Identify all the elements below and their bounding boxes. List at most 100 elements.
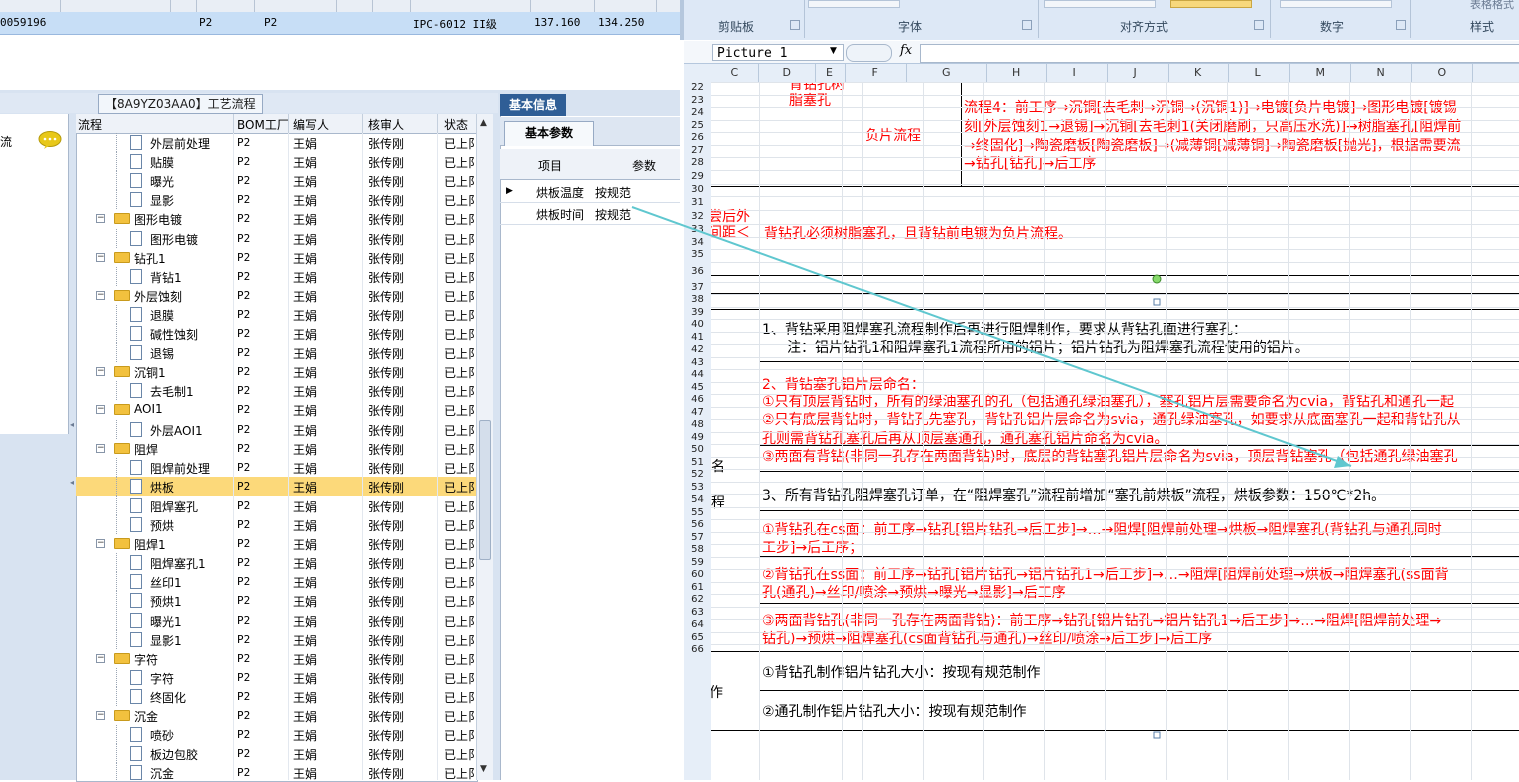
tree-row[interactable]: 曝光 P2 王娟 张传刚 已上阝	[76, 171, 476, 191]
row-number[interactable]: 47	[684, 407, 711, 420]
row-number[interactable]: 41	[684, 332, 711, 345]
row-number[interactable]: 49	[684, 432, 711, 445]
column-header-cell[interactable]: I	[1073, 66, 1076, 79]
col-flow[interactable]: 流程	[78, 116, 102, 133]
row-number[interactable]: 48	[684, 419, 711, 432]
row-number[interactable]: 65	[684, 632, 711, 645]
tree-row[interactable]: 阻焊塞孔1 P2 王娟 张传刚 已上阝	[76, 553, 476, 573]
panel-splitter[interactable]: ◂ ◂	[69, 114, 76, 780]
tree-row[interactable]: 去毛制1 P2 王娟 张传刚 已上阝	[76, 381, 476, 401]
column-header-cell[interactable]: G	[942, 66, 951, 79]
scroll-thumb[interactable]	[479, 420, 491, 560]
tree-row[interactable]: 板边包胶 P2 王娟 张传刚 已上阝	[76, 744, 476, 764]
row-number[interactable]: 26	[684, 132, 711, 145]
row-number[interactable]: 36	[684, 262, 711, 282]
chat-bubble-icon[interactable]	[38, 131, 62, 149]
tree-row[interactable]: − 沉金 P2 王娟 张传刚 已上阝	[76, 706, 476, 725]
row-number[interactable]: 46	[684, 394, 711, 407]
row-number[interactable]: 60	[684, 569, 711, 582]
row-number[interactable]: 54	[684, 494, 711, 507]
tree-row[interactable]: 碱性蚀刻 P2 王娟 张传刚 已上阝	[76, 324, 476, 343]
collapse-icon[interactable]: −	[96, 711, 105, 720]
row-number[interactable]: 50	[684, 444, 711, 457]
ribbon-group-clipboard[interactable]: 剪贴板	[718, 18, 754, 35]
basic-info-tab[interactable]: 基本信息	[500, 94, 566, 116]
tree-row[interactable]: − 钻孔1 P2 王娟 张传刚 已上阝	[76, 248, 476, 267]
tree-row[interactable]: 贴膜 P2 王娟 张传刚 已上阝	[76, 152, 476, 172]
column-header-cell[interactable]: C	[731, 66, 739, 79]
tree-row[interactable]: 终固化 P2 王娟 张传刚 已上阝	[76, 686, 476, 706]
collapse-icon[interactable]: −	[96, 539, 105, 549]
row-number[interactable]: 37	[684, 282, 711, 295]
number-launcher-icon[interactable]	[1396, 20, 1406, 30]
row-number[interactable]: 63	[684, 607, 711, 620]
tree-row[interactable]: − 字符 P2 王娟 张传刚 已上阝	[76, 649, 476, 668]
row-number[interactable]: 22	[684, 82, 711, 95]
row-number[interactable]: 55	[684, 507, 711, 520]
collapse-icon[interactable]: −	[96, 290, 105, 300]
tree-row[interactable]: 外层前处理 P2 王娟 张传刚 已上阝	[76, 133, 476, 152]
col-status[interactable]: 状态	[444, 116, 468, 133]
name-box-dropdown-icon[interactable]: ▼	[830, 46, 837, 56]
col-reviewer[interactable]: 核审人	[368, 116, 404, 133]
tree-row[interactable]: 曝光1 P2 王娟 张传刚 已上阝	[76, 610, 476, 630]
tree-row[interactable]: 显影1 P2 王娟 张传刚 已上阝	[76, 629, 476, 649]
worksheet[interactable]: 背钻孔树 脂塞孔 负片流程 流程4：前工序→沉铜[去毛刺→沉铜→(沉铜1)]→电…	[711, 82, 1519, 780]
tree-row[interactable]: 预烘 P2 王娟 张传刚 已上阝	[76, 515, 476, 534]
process-flow-title[interactable]: 【8A9YZ03AA0】工艺流程	[98, 94, 263, 114]
row-number[interactable]: 62	[684, 594, 711, 607]
tree-vertical-scrollbar[interactable]: ▲ ▼	[476, 114, 493, 780]
column-header-cell[interactable]: F	[872, 66, 878, 79]
tree-row[interactable]: 显影 P2 王娟 张传刚 已上阝	[76, 190, 476, 210]
row-number[interactable]: 61	[684, 582, 711, 595]
font-size-box[interactable]	[808, 0, 900, 8]
formula-input[interactable]	[920, 44, 1519, 63]
number-format-box[interactable]	[1280, 0, 1392, 8]
column-header-cell[interactable]: K	[1194, 66, 1201, 79]
col-writer[interactable]: 编写人	[293, 116, 329, 133]
row-number[interactable]: 31	[684, 196, 711, 210]
row-number[interactable]: 33	[684, 224, 711, 237]
tree-row[interactable]: 沉金 P2 王娟 张传刚 已上阝	[76, 763, 476, 780]
basic-params-tab[interactable]: 基本参数	[504, 121, 594, 146]
row-number[interactable]: 39	[684, 307, 711, 320]
scroll-up-icon[interactable]: ▲	[480, 118, 487, 128]
row-number[interactable]: 43	[684, 357, 711, 370]
row-number[interactable]: 58	[684, 544, 711, 557]
scroll-down-icon[interactable]: ▼	[480, 764, 487, 774]
row-number[interactable]: 28	[684, 157, 711, 170]
tree-row[interactable]: − 阻焊1 P2 王娟 张传刚 已上阝	[76, 534, 476, 553]
column-header-cell[interactable]: H	[1012, 66, 1020, 79]
row-number[interactable]: 44	[684, 369, 711, 382]
row-number[interactable]: 32	[684, 210, 711, 224]
row-number[interactable]: 59	[684, 557, 711, 570]
ribbon-group-font[interactable]: 字体	[898, 18, 922, 35]
tree-row[interactable]: 外层AOI1 P2 王娟 张传刚 已上阝	[76, 419, 476, 439]
collapse-icon[interactable]: −	[96, 367, 105, 377]
tree-row[interactable]: 退锡 P2 王娟 张传刚 已上阝	[76, 343, 476, 363]
row-number[interactable]: 66	[684, 644, 711, 657]
param-row-temp[interactable]: ▶ 烘板温度 按规范	[500, 180, 680, 203]
tree-row[interactable]: 背钻1 P2 王娟 张传刚 已上阝	[76, 266, 476, 286]
tree-row[interactable]: − AOI1 P2 王娟 张传刚 已上阝	[76, 400, 476, 419]
row-number[interactable]: 34	[684, 237, 711, 250]
row-number[interactable]: 25	[684, 120, 711, 133]
collapse-icon[interactable]: −	[96, 653, 105, 663]
collapse-icon[interactable]: −	[96, 214, 105, 224]
tree-row[interactable]: 喷砂 P2 王娟 张传刚 已上阝	[76, 725, 476, 745]
tree-row[interactable]: 丝印1 P2 王娟 张传刚 已上阝	[76, 572, 476, 592]
column-header-cell[interactable]: E	[826, 66, 833, 79]
name-box[interactable]: Picture 1	[712, 44, 844, 61]
column-header-cell[interactable]: L	[1255, 66, 1261, 79]
wrap-text-button[interactable]	[1170, 0, 1252, 8]
col-item[interactable]: 项目	[538, 157, 562, 174]
ribbon-group-align[interactable]: 对齐方式	[1120, 18, 1168, 35]
column-header-cell[interactable]: D	[783, 66, 791, 79]
tree-row[interactable]: − 图形电镀 P2 王娟 张传刚 已上阝	[76, 209, 476, 228]
tree-row[interactable]: 字符 P2 王娟 张传刚 已上阝	[76, 667, 476, 687]
tree-row[interactable]: − 外层蚀刻 P2 王娟 张传刚 已上阝	[76, 286, 476, 305]
ribbon-group-number[interactable]: 数字	[1320, 18, 1344, 35]
clipboard-launcher-icon[interactable]	[790, 20, 800, 30]
table-format-button[interactable]: 表格格式	[1470, 0, 1514, 12]
row-number[interactable]: 38	[684, 294, 711, 307]
